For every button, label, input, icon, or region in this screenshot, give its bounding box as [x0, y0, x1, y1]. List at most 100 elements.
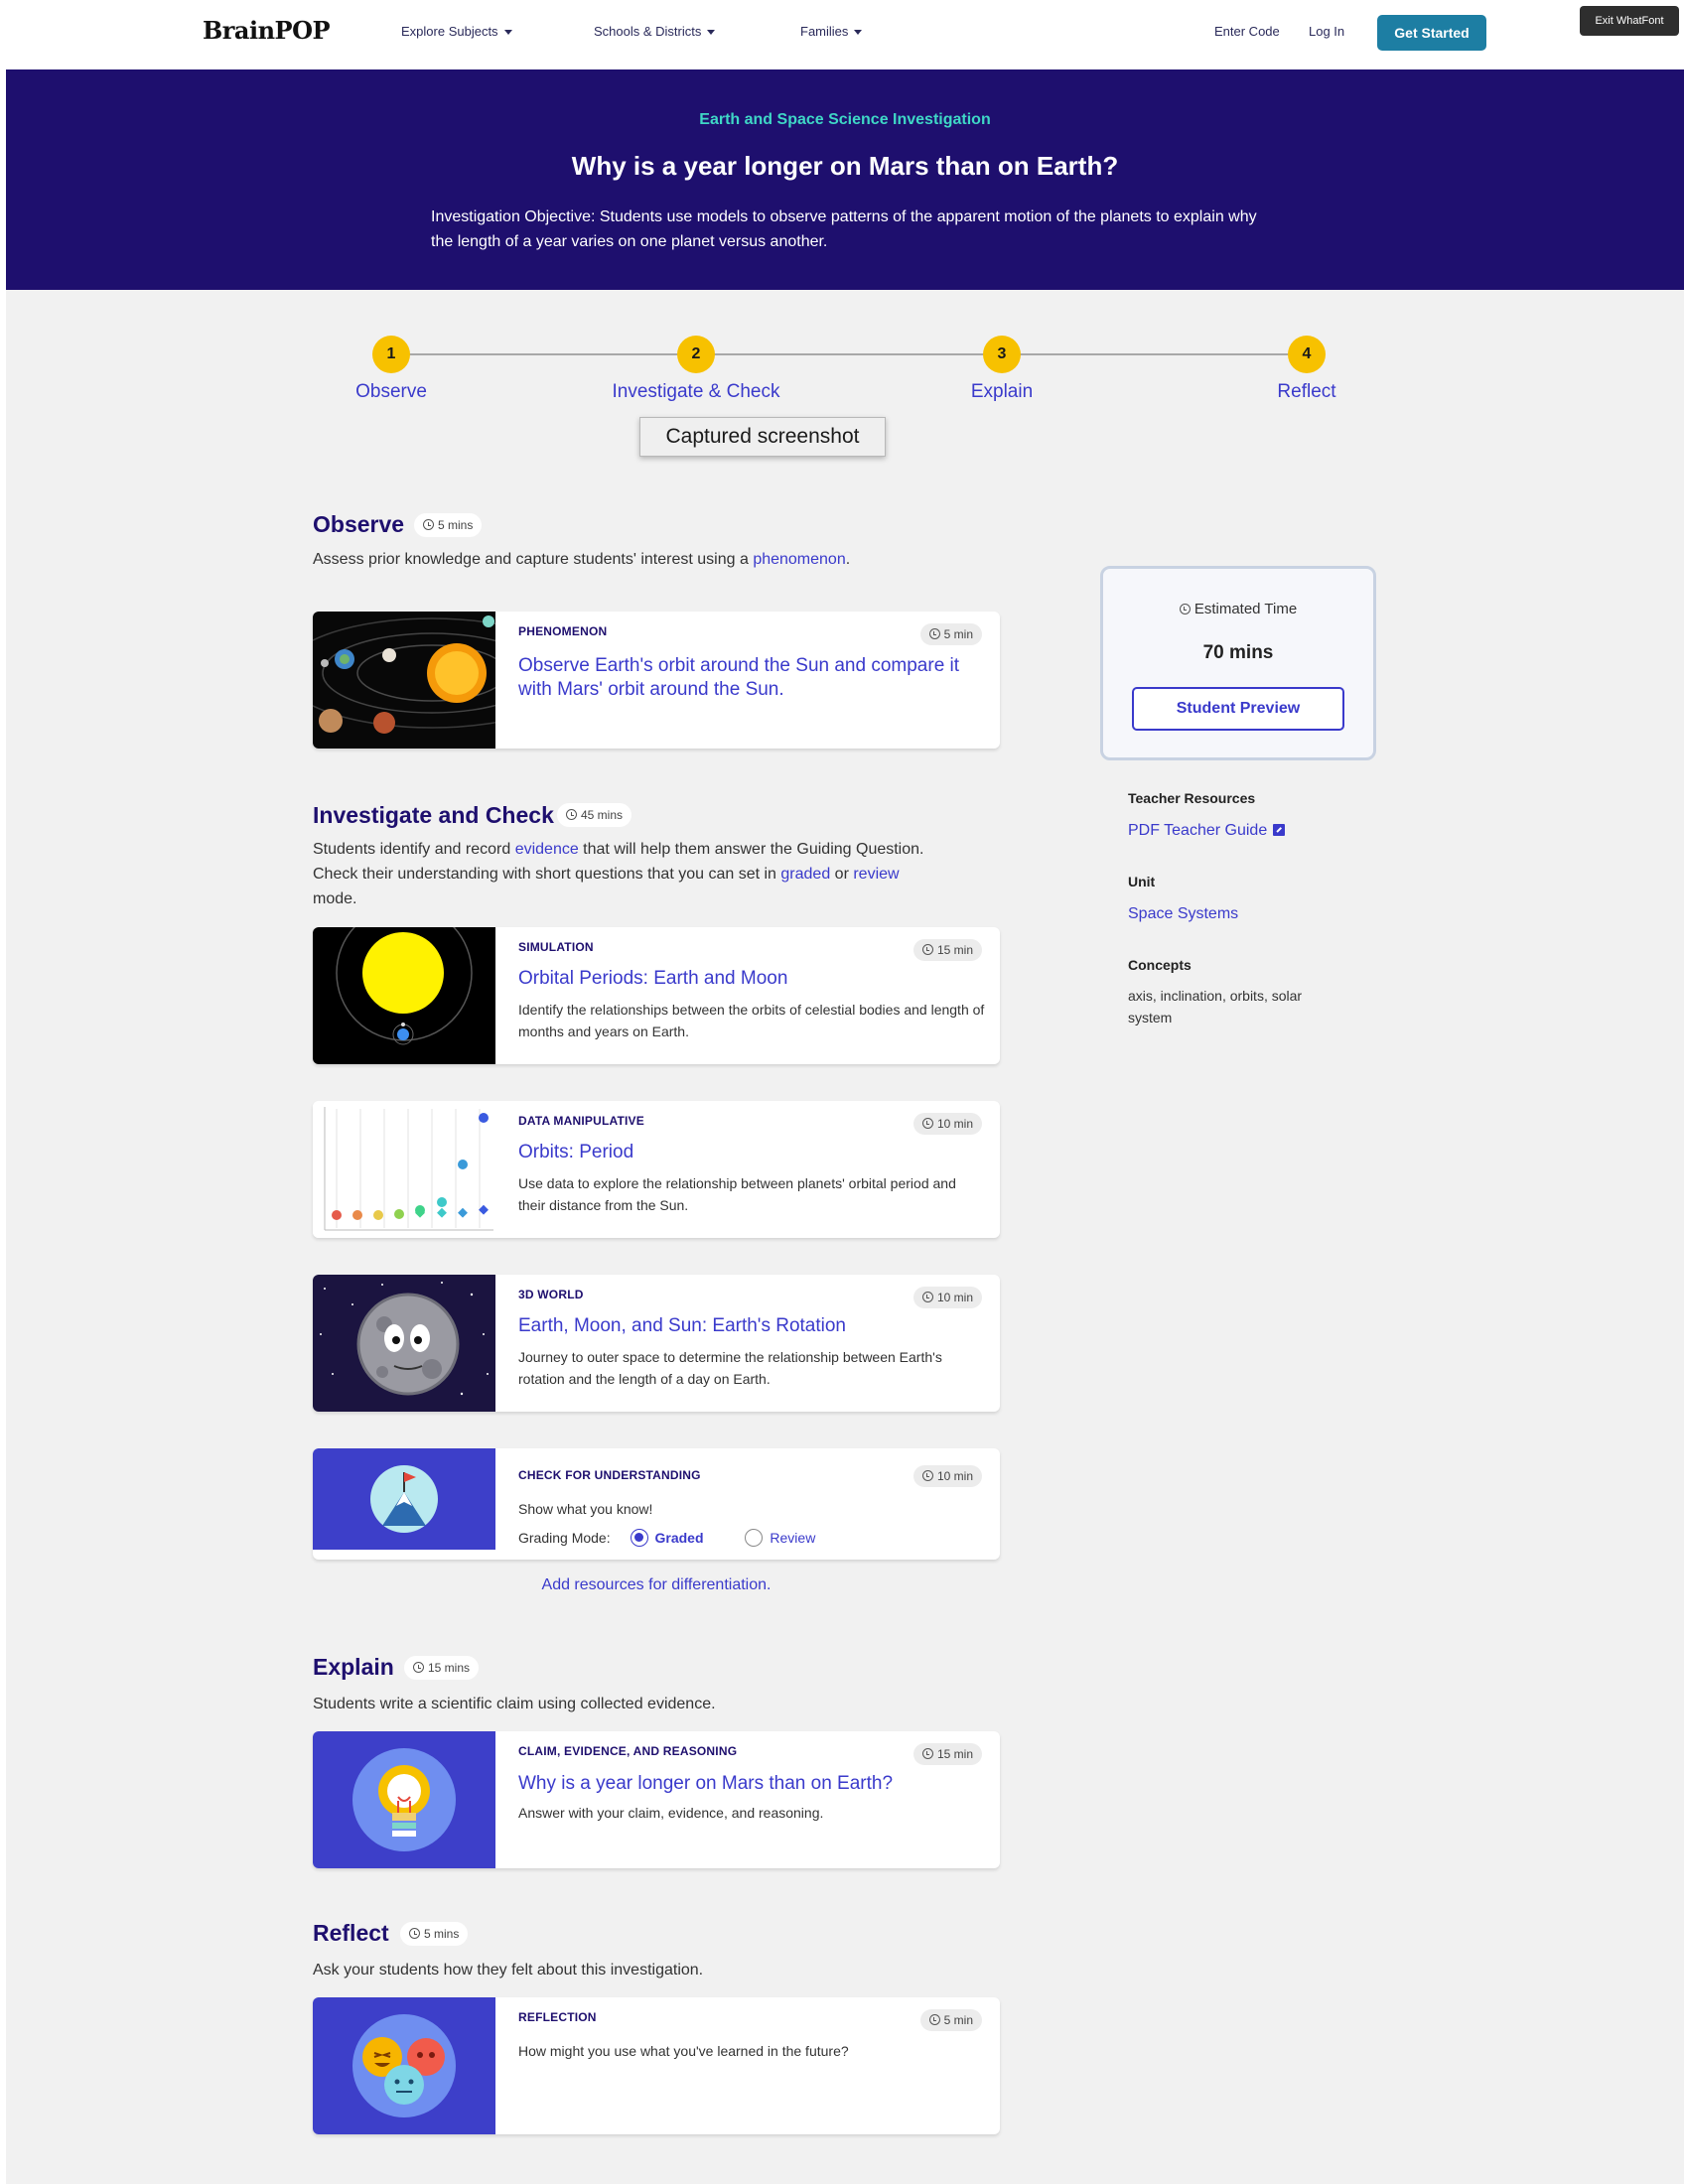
- card-simulation[interactable]: SIMULATION 15 min Orbital Periods: Earth…: [313, 927, 1000, 1064]
- time-badge: 10 min: [912, 1465, 982, 1487]
- card-prompt: Show what you know!: [518, 1501, 653, 1517]
- section-desc-observe: Assess prior knowledge and capture stude…: [313, 547, 928, 572]
- grading-mode-label: Grading Mode:: [518, 1530, 611, 1546]
- add-resources-link[interactable]: Add resources for differentiation.: [313, 1576, 1000, 1594]
- hero-kicker: Earth and Space Science Investigation: [699, 111, 991, 128]
- time-badge-label: 15 mins: [428, 1661, 471, 1675]
- time-badge: 5 mins: [414, 513, 483, 537]
- card-type: PHENOMENON: [518, 624, 608, 638]
- concepts-heading: Concepts: [1128, 957, 1192, 973]
- unit-heading: Unit: [1128, 874, 1156, 889]
- external-link-icon: [1273, 824, 1286, 836]
- clock-icon: [921, 1470, 933, 1481]
- clock-icon: [921, 1118, 933, 1129]
- desc-text: mode.: [313, 890, 357, 907]
- top-nav: BrainPOP Explore Subjects Schools & Dist…: [6, 0, 1684, 69]
- get-started-button[interactable]: Get Started: [1377, 15, 1486, 51]
- step-number: 1: [372, 336, 410, 373]
- orbital-simulation-thumbnail: [313, 927, 495, 1064]
- clock-icon: [928, 628, 940, 639]
- card-title-link[interactable]: Why is a year longer on Mars than on Ear…: [518, 1772, 985, 1796]
- step-label: Reflect: [1277, 381, 1336, 402]
- card-desc: Journey to outer space to determine the …: [518, 1349, 942, 1387]
- concepts-list: axis, inclination, orbits, solar system: [1128, 988, 1303, 1025]
- card-type: DATA MANIPULATIVE: [518, 1114, 644, 1128]
- section-desc-explain: Students write a scientific claim using …: [313, 1696, 716, 1712]
- card-title-link[interactable]: Orbital Periods: Earth and Moon: [518, 967, 985, 991]
- radio-review-label: Review: [770, 1530, 816, 1546]
- time-badge: 15 min: [912, 1743, 982, 1765]
- card-type: CHECK FOR UNDERSTANDING: [518, 1468, 701, 1482]
- nav-explore-subjects-label: Explore Subjects: [401, 24, 498, 39]
- desc-text: Students identify and record: [313, 841, 515, 858]
- nav-explore-subjects[interactable]: Explore Subjects: [401, 24, 512, 39]
- card-type: REFLECTION: [518, 2010, 597, 2024]
- pdf-teacher-guide-label: PDF Teacher Guide: [1128, 822, 1268, 839]
- card-check-for-understanding[interactable]: CHECK FOR UNDERSTANDING 10 min Show what…: [313, 1448, 1000, 1560]
- unit-link[interactable]: Space Systems: [1128, 905, 1238, 923]
- time-badge-label: 5 mins: [438, 518, 474, 532]
- step-explain[interactable]: 3 Explain: [893, 336, 1111, 405]
- section-title-investigate: Investigate and Check: [313, 802, 554, 828]
- step-label: Observe: [355, 381, 427, 402]
- step-observe[interactable]: 1 Observe: [282, 336, 500, 405]
- section-desc-reflect: Ask your students how they felt about th…: [313, 1962, 704, 1979]
- card-3d-world[interactable]: 3D WORLD 10 min Earth, Moon, and Sun: Ea…: [313, 1275, 1000, 1412]
- moon-character-thumbnail: [313, 1275, 495, 1412]
- solar-system-thumbnail: [313, 612, 495, 749]
- card-title-link[interactable]: Observe Earth's orbit around the Sun and…: [518, 654, 985, 702]
- nav-families[interactable]: Families: [800, 24, 863, 39]
- time-badge-label: 5 min: [943, 627, 973, 641]
- card-type: SIMULATION: [518, 940, 594, 954]
- time-badge: 10 min: [912, 1113, 982, 1135]
- clock-icon: [1179, 604, 1191, 614]
- time-badge-label: 5 min: [943, 2013, 973, 2027]
- enter-code-link[interactable]: Enter Code: [1214, 24, 1280, 39]
- step-label: Investigate & Check: [612, 381, 780, 402]
- time-badge-label: 10 min: [936, 1291, 973, 1304]
- card-title-link[interactable]: Orbits: Period: [518, 1141, 985, 1164]
- step-reflect[interactable]: 4 Reflect: [1197, 336, 1416, 405]
- card-claim-evidence-reasoning[interactable]: CLAIM, EVIDENCE, AND REASONING 15 min Wh…: [313, 1731, 1000, 1868]
- desc-text: .: [845, 551, 851, 568]
- nav-schools-districts[interactable]: Schools & Districts: [594, 24, 716, 39]
- clock-icon: [921, 1748, 933, 1759]
- card-desc: Use data to explore the relationship bet…: [518, 1175, 956, 1213]
- card-phenomenon[interactable]: PHENOMENON 5 min Observe Earth's orbit a…: [313, 612, 1000, 749]
- teacher-resources-heading: Teacher Resources: [1128, 790, 1256, 806]
- graded-link[interactable]: graded: [780, 866, 830, 883]
- radio-graded-label: Graded: [654, 1530, 704, 1546]
- step-number: 3: [983, 336, 1021, 373]
- radio-selected-icon: [630, 1529, 648, 1547]
- review-link[interactable]: review: [853, 866, 899, 883]
- student-preview-button[interactable]: Student Preview: [1132, 687, 1344, 731]
- card-desc: How might you use what you've learned in…: [518, 2043, 849, 2059]
- card-data-manipulative[interactable]: DATA MANIPULATIVE 10 min Orbits: Period …: [313, 1101, 1000, 1238]
- caret-down-icon: [503, 30, 512, 36]
- hero-banner: Earth and Space Science Investigation Wh…: [6, 69, 1684, 290]
- radio-unselected-icon: [745, 1529, 764, 1547]
- orbit-period-graph-thumbnail: [313, 1101, 495, 1238]
- exit-whatfont-button[interactable]: Exit WhatFont: [1580, 6, 1679, 36]
- nav-families-label: Families: [800, 24, 849, 39]
- log-in-link[interactable]: Log In: [1309, 24, 1344, 39]
- card-title-link[interactable]: Earth, Moon, and Sun: Earth's Rotation: [518, 1314, 985, 1338]
- time-badge: 10 min: [912, 1287, 982, 1308]
- phenomenon-link[interactable]: phenomenon: [753, 551, 845, 568]
- brainpop-logo[interactable]: BrainPOP: [203, 16, 331, 45]
- caret-down-icon: [854, 30, 863, 36]
- time-badge-label: 10 min: [936, 1469, 973, 1483]
- time-badge-label: 15 min: [936, 943, 973, 957]
- estimated-time-label: Estimated Time: [1103, 601, 1373, 617]
- step-investigate[interactable]: 2 Investigate & Check: [587, 336, 805, 413]
- card-reflection[interactable]: REFLECTION 5 min How might you use what …: [313, 1997, 1000, 2134]
- clock-icon: [921, 944, 933, 955]
- radio-graded[interactable]: Graded: [630, 1529, 704, 1547]
- page: BrainPOP Explore Subjects Schools & Dist…: [6, 0, 1684, 2184]
- section-desc-investigate: Students identify and record evidence th…: [313, 837, 928, 911]
- clock-icon: [921, 1292, 933, 1302]
- evidence-link[interactable]: evidence: [515, 841, 579, 858]
- radio-review[interactable]: Review: [745, 1529, 816, 1547]
- card-desc: Identify the relationships between the o…: [518, 1002, 985, 1039]
- pdf-teacher-guide-link[interactable]: PDF Teacher Guide: [1128, 822, 1286, 840]
